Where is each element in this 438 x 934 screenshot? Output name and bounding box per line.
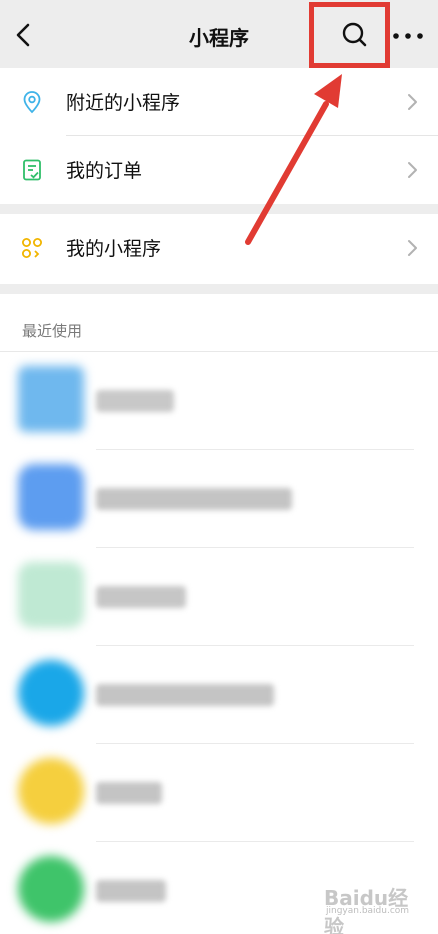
mini-program-icon (22, 238, 42, 258)
recent-app-item[interactable] (0, 744, 438, 842)
order-list-icon (23, 159, 41, 181)
app-name-blurred (96, 586, 186, 608)
app-icon-blurred (18, 464, 84, 530)
menu-item-nearby[interactable]: 附近的小程序 (0, 68, 438, 136)
app-name-blurred (96, 782, 162, 804)
search-highlight-box (309, 2, 390, 68)
menu-item-label: 我的订单 (66, 160, 143, 182)
app-icon-blurred (18, 660, 84, 726)
app-icon-blurred (18, 366, 84, 432)
menu-item-label: 附近的小程序 (66, 92, 181, 114)
menu-item-label: 我的小程序 (66, 238, 162, 260)
more-dots-icon[interactable] (388, 22, 428, 50)
app-name-blurred (96, 684, 274, 706)
app-icon-blurred (18, 856, 84, 922)
location-pin-icon (23, 91, 41, 114)
menu-group-main: 附近的小程序 我的订单 (0, 68, 438, 204)
menu-group-mine: 我的小程序 (0, 214, 438, 284)
menu-item-orders[interactable]: 我的订单 (0, 136, 438, 204)
watermark-subtext: jingyan.baidu.com (326, 906, 410, 916)
recent-app-item[interactable] (0, 646, 438, 744)
recent-section: 最近使用 (0, 294, 438, 934)
menu-item-my-mini-programs[interactable]: 我的小程序 (0, 214, 438, 282)
app-icon-blurred (18, 562, 84, 628)
chevron-right-icon (408, 94, 417, 110)
recent-app-item[interactable] (0, 548, 438, 646)
app-icon-blurred (18, 758, 84, 824)
chevron-right-icon (408, 240, 417, 256)
recent-app-item[interactable] (0, 352, 438, 450)
chevron-right-icon (408, 162, 417, 178)
app-name-blurred (96, 880, 166, 902)
watermark-logo: Baidu经验 jingyan.baidu.com (316, 880, 428, 934)
recent-app-item[interactable] (0, 450, 438, 548)
app-name-blurred (96, 488, 292, 510)
app-name-blurred (96, 390, 174, 412)
recent-section-label: 最近使用 (22, 322, 83, 340)
